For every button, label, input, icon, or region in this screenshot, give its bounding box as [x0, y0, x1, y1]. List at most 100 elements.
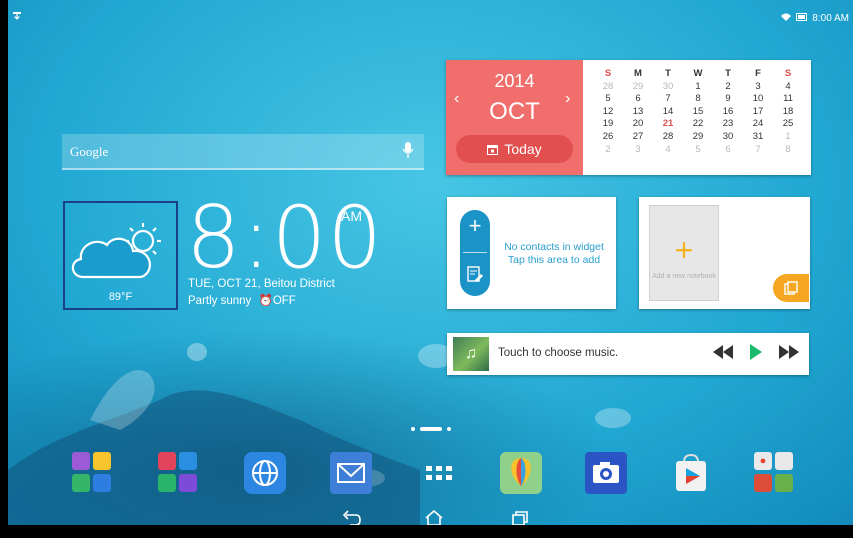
- calendar-day[interactable]: 3: [623, 144, 653, 157]
- calendar-day[interactable]: 12: [593, 106, 623, 119]
- calendar-day[interactable]: 6: [713, 144, 743, 157]
- calendar-day[interactable]: 28: [653, 131, 683, 144]
- recents-icon[interactable]: [510, 510, 530, 526]
- play-icon[interactable]: [749, 344, 763, 360]
- calendar-week-row: 28 29 30 1 2 3 4: [593, 81, 805, 94]
- calendar-weekday-row: SMTWTFS: [593, 68, 805, 81]
- calendar-day[interactable]: 4: [653, 144, 683, 157]
- calendar-day[interactable]: 17: [743, 106, 773, 119]
- calendar-day[interactable]: 5: [683, 144, 713, 157]
- weather-temperature: 89°F: [108, 291, 133, 303]
- balloon-icon: [500, 452, 542, 494]
- add-contact-icon[interactable]: +: [460, 215, 490, 237]
- weather-widget[interactable]: 89°F: [63, 201, 178, 310]
- music-note-icon: ♫: [465, 345, 477, 362]
- mic-icon[interactable]: [402, 141, 414, 164]
- calendar-day[interactable]: 5: [593, 93, 623, 106]
- add-notebook-card[interactable]: + Add a new notebook: [649, 205, 719, 301]
- calendar-day[interactable]: 3: [743, 81, 773, 94]
- notebook-open-button[interactable]: [773, 274, 809, 302]
- rewind-icon[interactable]: [713, 345, 733, 359]
- home-screen: 8:00 AM Google ‹ 2014 OCT › Today S M T W T F…: [0, 0, 853, 538]
- calendar-day[interactable]: 15: [683, 106, 713, 119]
- calendar-header: ‹ 2014 OCT › Today: [446, 60, 583, 175]
- calendar-month: OCT: [489, 98, 540, 125]
- calendar-day[interactable]: 30: [713, 131, 743, 144]
- notebook-icon: [784, 281, 798, 295]
- google-apps-folder[interactable]: ●: [754, 452, 794, 492]
- calendar-weekday: T: [725, 68, 731, 79]
- today-label: Today: [504, 141, 542, 157]
- camera-icon: [585, 452, 627, 494]
- calendar-weekday: S: [604, 68, 612, 79]
- calendar-day[interactable]: 1: [683, 81, 713, 94]
- calendar-day[interactable]: 23: [713, 118, 743, 131]
- calendar-day[interactable]: 9: [713, 93, 743, 106]
- calendar-widget[interactable]: ‹ 2014 OCT › Today S M T W T F S 28 29 30 1 2 3 4 5 6 7 8…: [446, 60, 811, 175]
- browser-app[interactable]: [244, 452, 286, 494]
- gmail-icon: [775, 452, 793, 470]
- shopping-bag-icon: [676, 453, 706, 491]
- calendar-day[interactable]: 30: [653, 81, 683, 94]
- camera-app[interactable]: [585, 452, 627, 494]
- today-button[interactable]: Today: [456, 135, 573, 163]
- calendar-day[interactable]: 20: [623, 118, 653, 131]
- calendar-day[interactable]: 13: [623, 106, 653, 119]
- calendar-day[interactable]: 27: [623, 131, 653, 144]
- contacts-widget[interactable]: + No contacts in widget Tap this area to…: [447, 197, 616, 309]
- calendar-day[interactable]: 4: [773, 81, 803, 94]
- calendar-day[interactable]: 2: [593, 144, 623, 157]
- calendar-day[interactable]: 6: [623, 93, 653, 106]
- all-apps-button[interactable]: [418, 452, 460, 494]
- calendar-day[interactable]: 31: [743, 131, 773, 144]
- calendar-day[interactable]: 22: [683, 118, 713, 131]
- email-app[interactable]: [330, 452, 372, 494]
- contacts-empty-text: No contacts in widget Tap this area to a…: [504, 241, 604, 266]
- calendar-week-row: 12 13 14 15 16 17 18: [593, 106, 805, 119]
- calendar-day[interactable]: 16: [713, 106, 743, 119]
- album-art: ♫: [453, 337, 489, 371]
- maps-icon: [775, 473, 793, 492]
- calendar-day[interactable]: 21: [653, 118, 683, 131]
- calendar-day[interactable]: 26: [593, 131, 623, 144]
- weather-condition: Partly sunny: [188, 295, 252, 307]
- calendar-day[interactable]: 10: [743, 93, 773, 106]
- calendar-weekday: F: [755, 68, 761, 79]
- back-icon[interactable]: [342, 510, 362, 526]
- app-folder-1[interactable]: [72, 452, 112, 492]
- edit-contacts-icon[interactable]: [467, 266, 483, 282]
- calendar-day[interactable]: 24: [743, 118, 773, 131]
- frame-left: [0, 0, 8, 538]
- calendar-day[interactable]: 2: [713, 81, 743, 94]
- calendar-day[interactable]: 8: [683, 93, 713, 106]
- app-folder-2[interactable]: [158, 452, 198, 492]
- home-icon[interactable]: [424, 510, 444, 526]
- calendar-day[interactable]: 18: [773, 106, 803, 119]
- gallery-app[interactable]: [500, 452, 542, 494]
- play-store-app[interactable]: [670, 452, 712, 494]
- weather-status-line: Partly sunny ⏰OFF: [188, 293, 296, 307]
- notebook-widget[interactable]: + Add a new notebook: [639, 197, 810, 309]
- calendar-day[interactable]: 8: [773, 144, 803, 157]
- chevron-right-icon[interactable]: ›: [565, 90, 570, 108]
- alarm-icon: ⏰: [258, 295, 273, 307]
- calendar-day[interactable]: 19: [593, 118, 623, 131]
- calendar-day[interactable]: 28: [593, 81, 623, 94]
- envelope-icon: [330, 452, 372, 494]
- calendar-day[interactable]: 25: [773, 118, 803, 131]
- partly-sunny-icon: [71, 223, 161, 279]
- contacts-actions: +: [460, 210, 490, 296]
- calendar-day[interactable]: 1: [773, 131, 803, 144]
- google-search-bar[interactable]: Google: [62, 134, 424, 170]
- calendar-day[interactable]: 29: [683, 131, 713, 144]
- calendar-day[interactable]: 29: [623, 81, 653, 94]
- calendar-day[interactable]: 7: [743, 144, 773, 157]
- music-widget[interactable]: ♫ Touch to choose music.: [447, 333, 809, 375]
- plus-icon: +: [674, 232, 694, 268]
- calendar-day[interactable]: 7: [653, 93, 683, 106]
- page-indicator: [411, 427, 451, 431]
- calendar-day[interactable]: 11: [773, 93, 803, 106]
- calendar-weekday: S: [784, 68, 792, 79]
- fast-forward-icon[interactable]: [779, 345, 799, 359]
- calendar-day[interactable]: 14: [653, 106, 683, 119]
